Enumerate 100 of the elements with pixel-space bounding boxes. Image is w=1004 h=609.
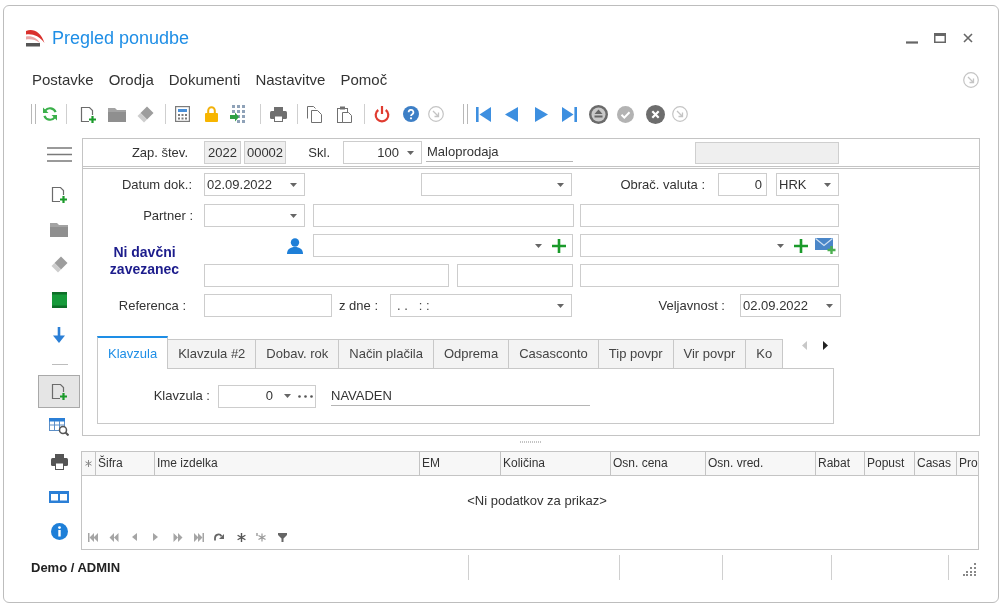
clause-name-field: NAVADEN [331, 386, 590, 406]
menu-icon[interactable] [46, 146, 72, 162]
power-icon[interactable] [374, 105, 390, 123]
menu-item[interactable]: Postavke [32, 68, 94, 92]
folder-icon[interactable] [108, 106, 126, 122]
grip-icon[interactable] [463, 104, 468, 124]
arrow-circle-icon[interactable] [428, 106, 444, 122]
tab[interactable]: Vir povpr [672, 339, 747, 369]
scroll-right-icon[interactable] [823, 341, 828, 350]
tab[interactable]: Odprema [432, 339, 510, 369]
tab[interactable]: Tip povpr [597, 339, 674, 369]
date-dropdown[interactable]: 02.09.2022 [204, 173, 305, 196]
envelope-plus-icon[interactable] [815, 237, 836, 254]
text-field[interactable] [313, 204, 574, 227]
help-icon[interactable] [403, 106, 419, 122]
printer-icon [50, 453, 68, 470]
validity-dropdown[interactable]: 02.09.2022 [740, 294, 841, 317]
tab[interactable]: Klavzula [97, 336, 169, 369]
tab[interactable]: Dobav. rok [255, 339, 340, 369]
column-header[interactable]: Rabat [815, 452, 864, 475]
previous-icon[interactable] [132, 533, 137, 541]
plus-icon[interactable] [552, 238, 566, 253]
column-header[interactable]: Osn. cena [610, 452, 705, 475]
grid-arrow-icon[interactable] [230, 105, 248, 123]
eject-icon[interactable] [589, 104, 608, 124]
column-header[interactable]: Šifra [95, 452, 154, 475]
new-document-icon[interactable] [80, 105, 96, 123]
column-header[interactable]: Osn. vred. [705, 452, 815, 475]
redo-arrow-icon[interactable] [214, 533, 224, 541]
filter-icon[interactable] [278, 532, 287, 542]
lock-icon[interactable] [205, 106, 218, 122]
caret-icon [557, 182, 564, 187]
plus-icon[interactable] [794, 238, 808, 253]
menu-item[interactable]: Pomoč [340, 68, 388, 92]
resize-grip-icon[interactable] [963, 563, 976, 576]
first-icon[interactable] [476, 106, 491, 122]
tab[interactable]: Način plačila [338, 339, 434, 369]
book-icon [51, 291, 67, 308]
number-field: 00002 [244, 141, 286, 164]
warehouse-dropdown[interactable]: 100 [343, 141, 422, 164]
arrow-circle-icon[interactable] [672, 106, 688, 122]
asterisk-mark-icon[interactable] [256, 532, 266, 542]
menu-item[interactable]: Dokumenti [168, 68, 241, 92]
column-header[interactable]: Casas [914, 452, 956, 475]
menu-item[interactable]: Orodja [108, 68, 154, 92]
currency-dropdown[interactable]: HRK [776, 173, 839, 196]
calculator-icon[interactable] [175, 106, 190, 122]
next-icon[interactable] [535, 106, 548, 122]
text-field[interactable] [457, 264, 573, 287]
first-icon[interactable] [88, 532, 98, 542]
exchange-rate-field[interactable]: 0 [718, 173, 767, 196]
asterisk-icon[interactable] [237, 532, 246, 542]
text-field[interactable] [580, 264, 839, 287]
refresh-icon[interactable] [42, 106, 58, 122]
check-circle-icon[interactable] [617, 105, 634, 123]
last-icon[interactable] [194, 532, 204, 542]
caret-icon [557, 303, 564, 308]
column-header[interactable]: EM [419, 452, 500, 475]
number-label: Zap. štev. [130, 143, 188, 162]
caret-icon [290, 182, 297, 187]
clause-dropdown[interactable]: 0 [218, 384, 316, 408]
eraser-icon[interactable] [137, 105, 154, 123]
caret-icon [290, 213, 297, 218]
text-field[interactable] [580, 204, 839, 227]
two-panes-icon [49, 490, 69, 503]
arrow-circle-icon[interactable] [963, 72, 979, 88]
last-icon[interactable] [562, 106, 577, 122]
date-label: Datum dok.: [120, 175, 193, 194]
new-document-icon [51, 383, 67, 400]
close-icon[interactable] [963, 33, 973, 43]
menu-item[interactable]: Nastavitve [255, 68, 326, 92]
column-header[interactable]: Popust [864, 452, 914, 475]
tab[interactable]: Klavzula #2 [167, 339, 257, 369]
tab[interactable]: Casasconto [508, 339, 599, 369]
email-dropdown[interactable] [580, 234, 839, 257]
datetime-dropdown[interactable]: . . : : [390, 294, 572, 317]
column-header[interactable]: Pro [956, 452, 978, 475]
next-icon[interactable] [153, 533, 158, 541]
column-header[interactable]: Ime izdelka [154, 452, 419, 475]
grip-icon[interactable] [31, 104, 36, 124]
rewind-icon[interactable] [109, 532, 119, 542]
printer-icon[interactable] [270, 106, 287, 122]
previous-icon[interactable] [505, 106, 518, 122]
maximize-icon[interactable] [934, 33, 946, 43]
tab[interactable]: Ko [745, 339, 784, 369]
ellipsis-icon[interactable] [298, 394, 313, 398]
new-document-icon [51, 186, 67, 203]
column-header[interactable]: Količina [500, 452, 610, 475]
sidebar-button[interactable] [38, 375, 80, 408]
text-field[interactable] [204, 264, 449, 287]
copy-icon[interactable] [307, 105, 322, 123]
tax-status-text: Ni davčni zavezanec [108, 243, 181, 278]
down-arrow-icon [53, 326, 65, 343]
paste-icon[interactable] [337, 105, 352, 123]
minimize-icon[interactable] [906, 40, 918, 44]
x-circle-icon[interactable] [646, 104, 665, 124]
person-icon[interactable] [287, 237, 303, 254]
fast-forward-icon[interactable] [173, 532, 183, 542]
reference-field[interactable] [204, 294, 332, 317]
caret-icon [777, 243, 784, 248]
